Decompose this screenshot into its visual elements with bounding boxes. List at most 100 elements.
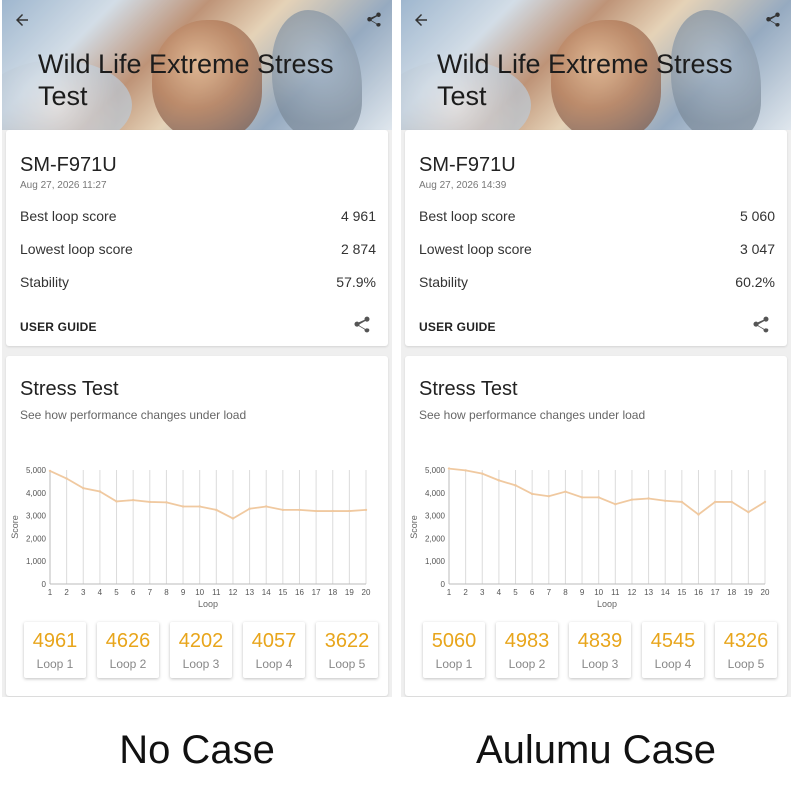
x-tick-label: 17 (312, 588, 321, 597)
lowest-loop-row: Lowest loop score 2 874 (20, 241, 376, 261)
result-panel-aulumu-case: Wild Life Extreme Stress Test SM-F971U A… (401, 0, 791, 697)
x-tick-label: 1 (447, 588, 452, 597)
stress-test-chart: 01,0002,0003,0004,0005,0001 2 3 4 5 6 7 8 9 10 11 1… (10, 466, 371, 609)
best-loop-value: 4 961 (340, 208, 376, 224)
y-tick-label: 4,000 (425, 489, 446, 498)
best-loop-row: Best loop score 4 961 (20, 208, 376, 228)
score-point (464, 469, 467, 472)
y-tick-label: 3,000 (26, 512, 47, 521)
lowest-loop-value: 2 874 (340, 241, 376, 257)
loop-score-card: 4839 Loop 3 (569, 622, 631, 678)
x-tick-label: 14 (262, 588, 271, 597)
score-point (730, 500, 733, 504)
x-tick-label: 15 (278, 588, 287, 597)
x-tick-label: 11 (212, 588, 221, 597)
x-tick-label: 4 (98, 588, 103, 597)
best-loop-label: Best loop score (419, 208, 516, 224)
share-icon[interactable] (761, 8, 785, 32)
stress-test-title: Stress Test (20, 378, 119, 400)
y-tick-label: 5,000 (425, 466, 446, 475)
score-point (630, 498, 634, 501)
best-loop-value: 5 060 (739, 208, 775, 224)
loop-score-card: 4626 Loop 2 (97, 622, 159, 678)
x-tick-label: 8 (164, 588, 169, 597)
stability-row: Stability 57.9% (20, 274, 376, 294)
loop-score-label: Loop 5 (328, 657, 366, 671)
lowest-loop-label: Lowest loop score (20, 241, 133, 257)
x-tick-label: 3 (480, 588, 485, 597)
loop-score-card: 4057 Loop 4 (243, 622, 305, 678)
x-tick-label: 15 (677, 588, 686, 597)
stability-label: Stability (419, 274, 469, 290)
score-point (530, 492, 534, 496)
score-point (514, 484, 517, 487)
stress-test-subtitle: See how performance changes under load (20, 408, 247, 422)
score-point (82, 486, 85, 490)
score-point (713, 500, 717, 504)
share-icon[interactable] (362, 8, 386, 32)
user-guide-button[interactable]: USER GUIDE (20, 320, 97, 334)
header-banner: Wild Life Extreme Stress Test (2, 0, 392, 130)
x-tick-label: 16 (295, 588, 304, 597)
x-tick-label: 19 (345, 588, 354, 597)
stress-test-card: Stress Test See how performance changes … (6, 356, 388, 696)
result-card: SM-F971U Aug 27, 2026 11:27 Best loop sc… (6, 130, 388, 346)
score-series-line (49, 470, 367, 520)
stability-row: Stability 60.2% (419, 274, 775, 294)
arrow-left-icon[interactable] (409, 8, 433, 32)
x-tick-label: 2 (64, 588, 69, 597)
share-icon[interactable] (352, 315, 374, 337)
loop-score-value: 3622 (324, 630, 370, 652)
score-point (763, 500, 767, 504)
score-point (165, 501, 168, 504)
x-tick-label: 12 (627, 588, 636, 597)
score-series-line (448, 467, 766, 516)
loop-score-card: 4326 Loop 5 (715, 622, 777, 678)
score-point (547, 495, 550, 498)
loop-score-label: Loop 2 (508, 657, 546, 671)
loop-score-value: 4057 (251, 630, 297, 652)
x-tick-label: 13 (245, 588, 254, 597)
x-tick-label: 7 (148, 588, 153, 597)
lowest-loop-value: 3 047 (739, 241, 775, 257)
stress-test-subtitle: See how performance changes under load (419, 408, 646, 422)
stability-value: 57.9% (336, 274, 376, 290)
score-point (265, 505, 268, 508)
best-loop-row: Best loop score 5 060 (419, 208, 775, 228)
score-point (614, 503, 617, 506)
x-tick-label: 9 (181, 588, 186, 597)
y-axis-label: Score (409, 515, 419, 539)
x-axis-label: Loop (198, 599, 218, 609)
stability-value: 60.2% (735, 274, 775, 290)
y-tick-label: 1,000 (26, 557, 47, 566)
user-guide-button[interactable]: USER GUIDE (419, 320, 496, 334)
x-tick-label: 5 (114, 588, 119, 597)
page-title: Wild Life Extreme Stress Test (38, 49, 334, 111)
result-panel-no-case: Wild Life Extreme Stress Test SM-F971U A… (2, 0, 392, 697)
score-point (98, 490, 102, 493)
test-date: Aug 27, 2026 14:39 (419, 180, 507, 191)
arrow-left-icon[interactable] (10, 8, 34, 32)
score-point (115, 500, 118, 503)
loop-score-value: 4545 (650, 630, 696, 652)
share-icon[interactable] (751, 315, 773, 337)
x-tick-label: 17 (711, 588, 720, 597)
loop-score-value: 4326 (723, 630, 769, 652)
y-axis-label: Score (10, 515, 20, 539)
score-point (248, 507, 251, 510)
y-tick-label: 2,000 (26, 534, 47, 543)
y-tick-label: 1,000 (425, 557, 446, 566)
x-tick-label: 19 (744, 588, 753, 597)
score-point (281, 508, 285, 512)
y-tick-label: 3,000 (425, 512, 446, 521)
score-point (447, 467, 451, 470)
x-tick-label: 2 (463, 588, 468, 597)
loop-score-value: 5060 (431, 630, 477, 652)
stability-label: Stability (20, 274, 70, 290)
x-tick-label: 13 (644, 588, 653, 597)
score-point (48, 469, 52, 473)
score-point (664, 499, 667, 502)
x-axis-label: Loop (597, 599, 617, 609)
x-tick-label: 20 (362, 588, 371, 597)
x-tick-label: 4 (497, 588, 502, 597)
